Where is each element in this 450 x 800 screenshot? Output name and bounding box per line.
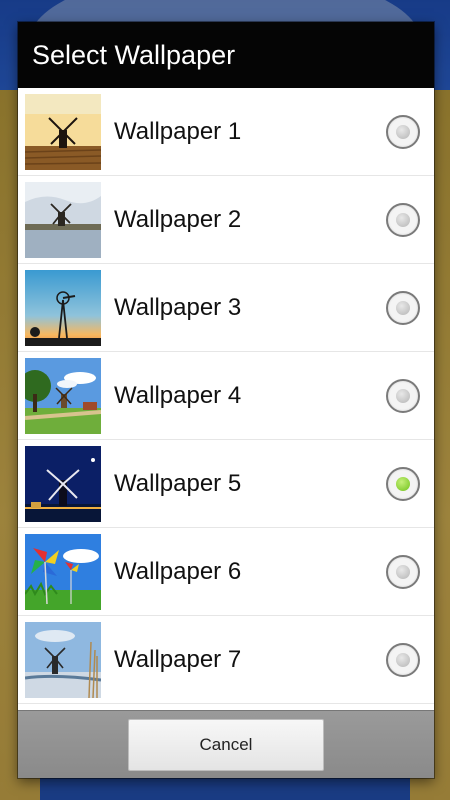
wallpaper-item-5[interactable]: Wallpaper 5 (18, 440, 434, 528)
wallpaper-label: Wallpaper 6 (114, 557, 242, 585)
wallpaper-item-1[interactable]: Wallpaper 1 (18, 88, 434, 176)
wallpaper-list: Wallpaper 1 Wallpaper 2 Wallpaper 3 Wall… (18, 88, 434, 710)
wallpaper-item-2[interactable]: Wallpaper 2 (18, 176, 434, 264)
cancel-button[interactable]: Cancel (128, 718, 324, 771)
select-wallpaper-dialog: Select Wallpaper Wallpaper 1 Wallpaper 2… (18, 22, 434, 778)
dialog-title: Select Wallpaper (18, 22, 434, 88)
wallpaper-radio-3[interactable] (386, 290, 420, 325)
windmill-field-icon (25, 93, 101, 170)
wallpaper-radio-1[interactable] (386, 114, 420, 149)
wallpaper-item-7[interactable]: Wallpaper 7 (18, 616, 434, 704)
wallpaper-label: Wallpaper 4 (114, 381, 242, 409)
windmill-night-icon (25, 445, 101, 522)
wallpaper-label: Wallpaper 3 (114, 293, 242, 321)
windmill-winter-icon (25, 621, 101, 698)
pinwheel-icon (25, 533, 101, 610)
wallpaper-radio-2[interactable] (386, 202, 420, 237)
wallpaper-item-4[interactable]: Wallpaper 4 (18, 352, 434, 440)
wallpaper-radio-7[interactable] (386, 642, 420, 677)
windmill-tree-icon (25, 357, 101, 434)
windmill-water-icon (25, 181, 101, 258)
wallpaper-item-3[interactable]: Wallpaper 3 (18, 264, 434, 352)
windpump-sunset-icon (25, 269, 101, 346)
wallpaper-label: Wallpaper 2 (114, 205, 242, 233)
wallpaper-label: Wallpaper 1 (114, 117, 242, 145)
wallpaper-label: Wallpaper 5 (114, 469, 242, 497)
wallpaper-radio-4[interactable] (386, 378, 420, 413)
wallpaper-radio-5[interactable] (386, 466, 420, 501)
wallpaper-radio-6[interactable] (386, 554, 420, 589)
wallpaper-item-6[interactable]: Wallpaper 6 (18, 528, 434, 616)
wallpaper-label: Wallpaper 7 (114, 645, 242, 673)
dialog-footer: Cancel (18, 710, 434, 778)
